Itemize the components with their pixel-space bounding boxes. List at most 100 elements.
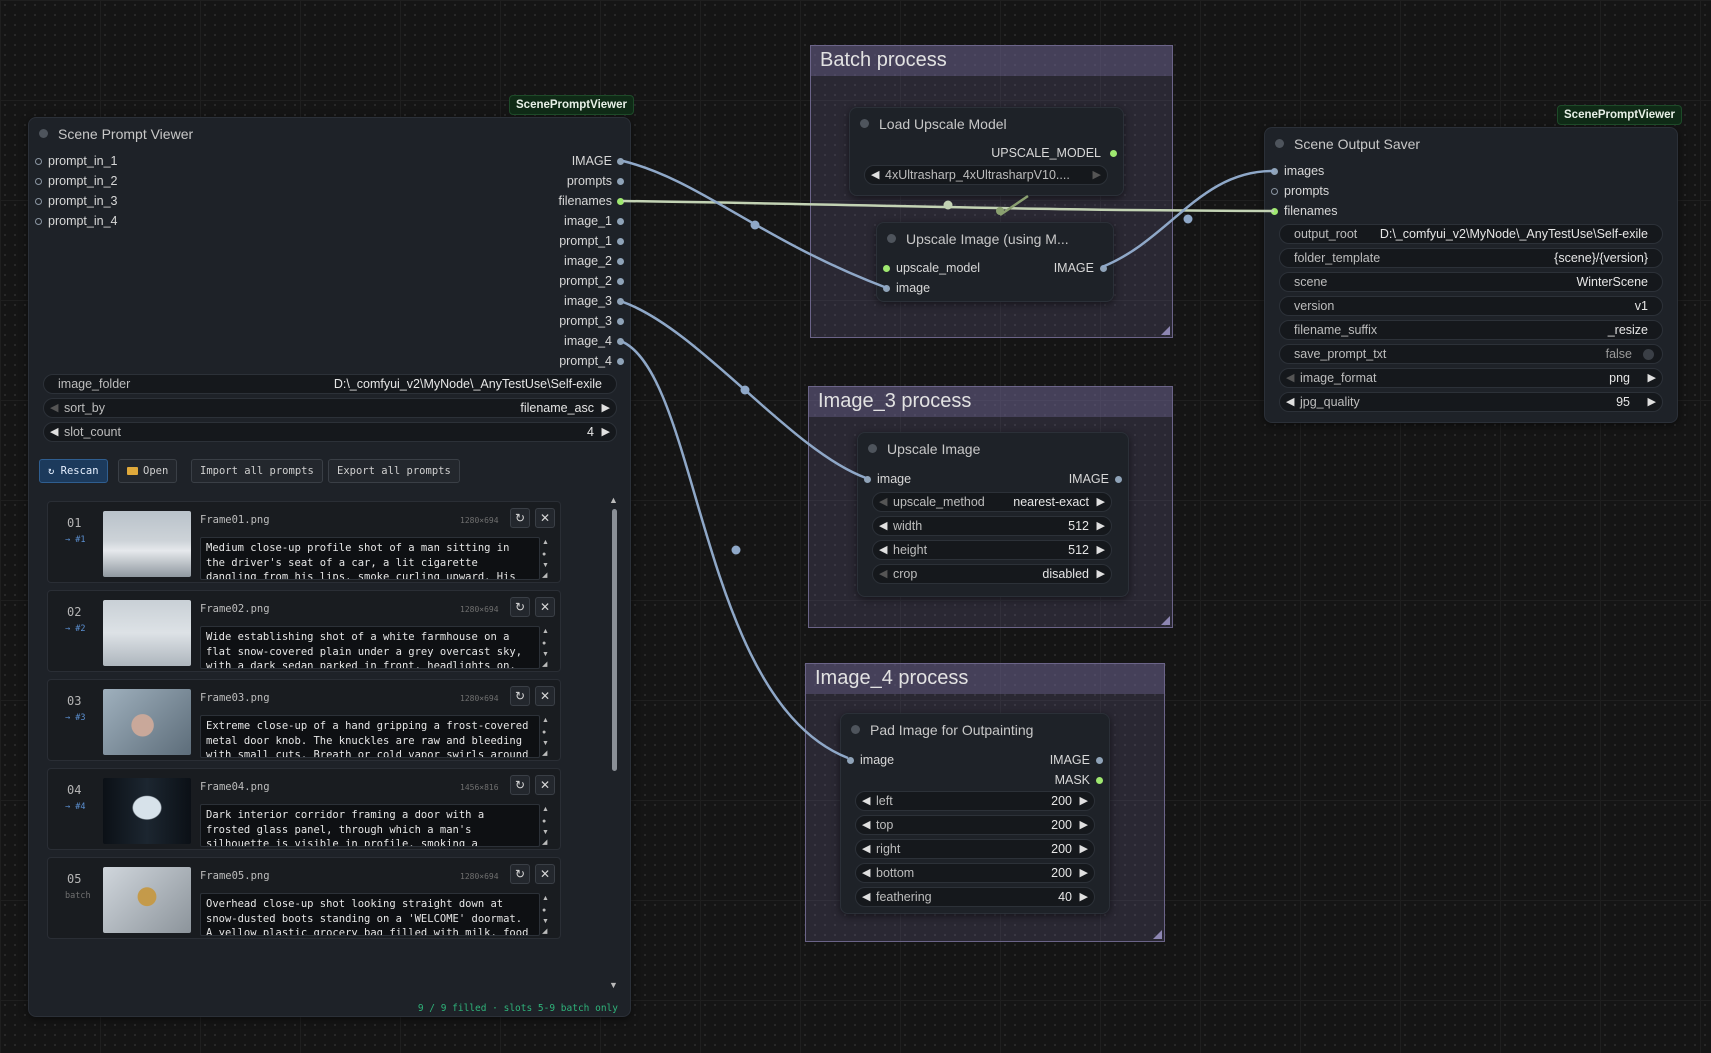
collapse-dot-icon[interactable] <box>868 444 877 453</box>
output-pin[interactable] <box>617 298 624 305</box>
toggle-knob-icon[interactable] <box>1643 349 1654 360</box>
arrow-left-icon[interactable]: ◀ <box>879 543 887 556</box>
arrow-left-icon[interactable]: ◀ <box>50 425 58 438</box>
scene-field[interactable]: scene WinterScene <box>1279 272 1663 292</box>
upscale-image-using-model-node[interactable]: Upscale Image (using M... upscale_model … <box>876 222 1114 302</box>
node-title[interactable]: Upscale Image <box>858 433 1128 463</box>
arrow-left-icon[interactable]: ◀ <box>862 890 870 903</box>
close-icon[interactable]: ✕ <box>535 508 555 528</box>
export-all-prompts-button[interactable]: Export all prompts <box>328 459 460 483</box>
input-pin[interactable] <box>35 178 42 185</box>
input-upscale-model[interactable]: upscale_model <box>896 261 980 275</box>
output-image[interactable]: IMAGE <box>1054 261 1094 275</box>
upscale-image-node[interactable]: Upscale Image image IMAGE ◀ upscale_meth… <box>857 432 1129 597</box>
scroll-up-icon[interactable]: ▲ <box>609 495 618 505</box>
arrow-right-icon[interactable]: ▶ <box>1097 495 1105 508</box>
collapse-dot-icon[interactable] <box>39 129 48 138</box>
prompt-textarea[interactable]: Dark interior corridor framing a door wi… <box>200 804 540 847</box>
prompt-textarea[interactable]: Wide establishing shot of a white farmho… <box>200 626 540 669</box>
output-pin[interactable] <box>1110 150 1117 157</box>
output-pin[interactable] <box>617 258 624 265</box>
image-folder-field[interactable]: image_folder D:\_comfyui_v2\MyNode\_AnyT… <box>43 374 617 394</box>
node-title[interactable]: Pad Image for Outpainting <box>841 714 1109 744</box>
arrow-left-icon[interactable]: ◀ <box>50 401 58 414</box>
bottom-stepper[interactable]: ◀ bottom 200 ▶ <box>855 863 1095 883</box>
arrow-right-icon[interactable]: ▶ <box>602 401 610 414</box>
arrow-left-icon[interactable]: ◀ <box>879 567 887 580</box>
filename-suffix-field[interactable]: filename_suffix _resize <box>1279 320 1663 340</box>
top-stepper[interactable]: ◀ top 200 ▶ <box>855 815 1095 835</box>
output-pin[interactable] <box>1100 265 1107 272</box>
prompt-scrollbar[interactable]: ▲ ● ▼ ◢ <box>540 537 552 580</box>
arrow-right-icon[interactable]: ▶ <box>1648 371 1656 384</box>
frame-row[interactable]: 05 batch Frame05.png 1280×694 ↻ ✕ Overhead clo… <box>47 857 561 939</box>
input-prompt-in-3[interactable]: prompt_in_3 <box>48 194 118 208</box>
node-title[interactable]: Load Upscale Model <box>850 108 1123 138</box>
collapse-dot-icon[interactable] <box>851 725 860 734</box>
output-pin[interactable] <box>617 338 624 345</box>
output-pin[interactable] <box>617 218 624 225</box>
close-icon[interactable]: ✕ <box>535 775 555 795</box>
frame-list-scrollbar[interactable]: ▲ ▼ <box>609 495 619 990</box>
refresh-icon[interactable]: ↻ <box>510 775 530 795</box>
arrow-right-icon[interactable]: ▶ <box>1080 818 1088 831</box>
arrow-right-icon[interactable]: ▶ <box>602 425 610 438</box>
prompt-scrollbar[interactable]: ▲ ● ▼ ◢ <box>540 715 552 758</box>
output-prompt-3[interactable]: prompt_3 <box>559 314 612 328</box>
open-button[interactable]: Open <box>118 459 178 483</box>
output-image-4[interactable]: image_4 <box>564 334 612 348</box>
input-images[interactable]: images <box>1284 164 1324 178</box>
input-prompts[interactable]: prompts <box>1284 184 1329 198</box>
image-format-select[interactable]: ◀ image_format png ▶ <box>1279 368 1663 388</box>
output-pin[interactable] <box>617 238 624 245</box>
arrow-left-icon[interactable]: ◀ <box>879 495 887 508</box>
refresh-icon[interactable]: ↻ <box>510 686 530 706</box>
output-pin[interactable] <box>1115 476 1122 483</box>
right-stepper[interactable]: ◀ right 200 ▶ <box>855 839 1095 859</box>
frame-thumbnail[interactable] <box>103 689 191 755</box>
group-title[interactable]: Image_4 process <box>806 664 1164 694</box>
width-stepper[interactable]: ◀ width 512 ▶ <box>872 516 1112 536</box>
feathering-stepper[interactable]: ◀ feathering 40 ▶ <box>855 887 1095 907</box>
model-name-select[interactable]: ◀ 4xUltrasharp_4xUltrasharpV10.... ▶ <box>864 165 1108 185</box>
output-pin[interactable] <box>617 198 624 205</box>
input-prompt-in-4[interactable]: prompt_in_4 <box>48 214 118 228</box>
refresh-icon[interactable]: ↻ <box>510 597 530 617</box>
scene-output-saver-node[interactable]: Scene Output Saver images prompts filena… <box>1264 127 1678 423</box>
input-pin[interactable] <box>35 158 42 165</box>
input-pin[interactable] <box>883 285 890 292</box>
node-title[interactable]: Upscale Image (using M... <box>877 223 1113 253</box>
scroll-thumb[interactable] <box>612 509 617 771</box>
upscale-method-select[interactable]: ◀ upscale_method nearest-exact ▶ <box>872 492 1112 512</box>
left-stepper[interactable]: ◀ left 200 ▶ <box>855 791 1095 811</box>
collapse-dot-icon[interactable] <box>860 119 869 128</box>
input-prompt-in-1[interactable]: prompt_in_1 <box>48 154 118 168</box>
frame-thumbnail[interactable] <box>103 778 191 844</box>
output-pin[interactable] <box>617 178 624 185</box>
input-pin[interactable] <box>847 757 854 764</box>
frame-thumbnail[interactable] <box>103 600 191 666</box>
resize-handle[interactable] <box>1153 930 1162 939</box>
output-upscale-model[interactable]: UPSCALE_MODEL <box>991 146 1101 160</box>
jpg-quality-stepper[interactable]: ◀ jpg_quality 95 ▶ <box>1279 392 1663 412</box>
save-prompt-txt-toggle[interactable]: save_prompt_txt false <box>1279 344 1663 364</box>
output-root-field[interactable]: output_root D:\_comfyui_v2\MyNode\_AnyTe… <box>1279 224 1663 244</box>
output-mask[interactable]: MASK <box>1055 773 1090 787</box>
resize-handle[interactable] <box>1161 326 1170 335</box>
arrow-right-icon[interactable]: ▶ <box>1080 842 1088 855</box>
arrow-right-icon[interactable]: ▶ <box>1080 794 1088 807</box>
output-filenames[interactable]: filenames <box>559 194 613 208</box>
arrow-right-icon[interactable]: ▶ <box>1093 168 1101 181</box>
prompt-scrollbar[interactable]: ▲ ● ▼ ◢ <box>540 626 552 669</box>
arrow-right-icon[interactable]: ▶ <box>1080 866 1088 879</box>
input-pin[interactable] <box>35 198 42 205</box>
output-pin[interactable] <box>1096 757 1103 764</box>
height-stepper[interactable]: ◀ height 512 ▶ <box>872 540 1112 560</box>
input-pin[interactable] <box>883 265 890 272</box>
output-image-2[interactable]: image_2 <box>564 254 612 268</box>
node-title[interactable]: Scene Output Saver <box>1265 128 1677 158</box>
input-prompt-in-2[interactable]: prompt_in_2 <box>48 174 118 188</box>
prompt-textarea[interactable]: Overhead close-up shot looking straight … <box>200 893 540 936</box>
input-pin[interactable] <box>1271 188 1278 195</box>
arrow-left-icon[interactable]: ◀ <box>1286 395 1294 408</box>
